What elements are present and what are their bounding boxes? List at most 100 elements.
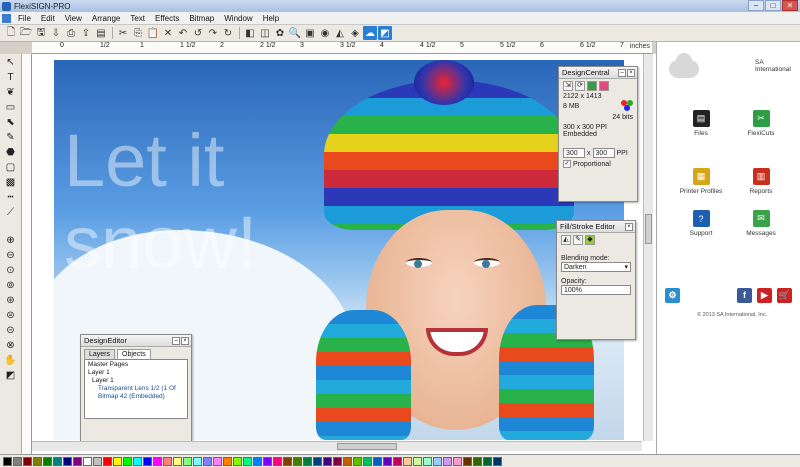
color-swatch[interactable] <box>193 456 202 466</box>
color-swatch[interactable] <box>233 456 242 466</box>
color-swatch[interactable] <box>63 456 72 466</box>
color-swatch[interactable] <box>303 456 312 466</box>
menu-arrange[interactable]: Arrange <box>87 14 125 23</box>
refresh-icon[interactable]: ⟳ <box>575 81 585 91</box>
color-swatch[interactable] <box>173 456 182 466</box>
youtube-icon[interactable]: ▶ <box>757 288 772 303</box>
side-item-printer-profiles[interactable]: ▦ Printer Profiles <box>671 168 731 195</box>
color-swatch[interactable] <box>413 456 422 466</box>
scroll-thumb[interactable] <box>645 214 652 244</box>
color-swatch[interactable] <box>423 456 432 466</box>
import-icon[interactable]: ⇩ <box>49 26 63 40</box>
bucket-tool-icon[interactable]: ▩ <box>3 176 18 190</box>
frame-tool-icon[interactable]: ▢ <box>3 161 18 175</box>
measure-tool-icon[interactable]: ┅ <box>3 191 18 205</box>
color-swatch[interactable] <box>133 456 142 466</box>
design-central-icon[interactable]: ☁ <box>363 26 377 40</box>
color-swatch[interactable] <box>433 456 442 466</box>
color-swatch[interactable] <box>113 456 122 466</box>
facebook-icon[interactable]: f <box>737 288 752 303</box>
document-icon[interactable] <box>2 13 11 23</box>
color-swatch[interactable] <box>373 456 382 466</box>
side-item-reports[interactable]: ▥ Reports <box>731 168 791 195</box>
color-swatch[interactable] <box>103 456 112 466</box>
color-swatch[interactable] <box>3 456 12 466</box>
zoom-icon[interactable]: 🔍 <box>288 26 302 40</box>
plot-icon[interactable]: ▤ <box>94 26 108 40</box>
scroll-thumb[interactable] <box>337 443 397 450</box>
color-swatch[interactable] <box>343 456 352 466</box>
delete-icon[interactable]: ✕ <box>161 26 175 40</box>
color-swatch[interactable] <box>273 456 282 466</box>
color-swatch[interactable] <box>443 456 452 466</box>
color-swap-tool-icon[interactable]: ◩ <box>3 369 18 383</box>
ppi-y-input[interactable]: 300 <box>592 148 615 158</box>
color-palette-icon[interactable]: ▣ <box>303 26 317 40</box>
send-output-icon[interactable]: ⇪ <box>79 26 93 40</box>
fill-bucket-icon[interactable]: ◭ <box>561 235 571 245</box>
menu-help[interactable]: Help <box>258 14 284 23</box>
zoom-selection-tool-icon[interactable]: ⊛ <box>3 294 18 308</box>
color-swatch[interactable] <box>93 456 102 466</box>
color-swatch[interactable] <box>163 456 172 466</box>
cart-icon[interactable]: 🛒 <box>777 288 792 303</box>
color-swatch[interactable] <box>33 456 42 466</box>
zoom-out-tool-icon[interactable]: ⊖ <box>3 249 18 263</box>
color-swatch[interactable] <box>403 456 412 466</box>
menu-edit[interactable]: Edit <box>36 14 60 23</box>
node-edit-tool-icon[interactable]: ⬉ <box>3 116 18 130</box>
text-tool-icon[interactable]: T <box>3 71 18 85</box>
rectangle-tool-icon[interactable]: ▭ <box>3 101 18 115</box>
menu-window[interactable]: Window <box>219 14 257 23</box>
cut-icon[interactable]: ✂ <box>116 26 130 40</box>
color-swatch[interactable] <box>283 456 292 466</box>
zoom-actual-tool-icon[interactable]: ⊗ <box>3 339 18 353</box>
minimize-button[interactable]: – <box>748 0 764 11</box>
tree-item[interactable]: Master Pages <box>88 361 184 369</box>
color-swatch[interactable] <box>363 456 372 466</box>
color-swatch[interactable] <box>323 456 332 466</box>
panel-minimize-icon[interactable]: – <box>172 336 180 345</box>
open-file-icon[interactable]: 🗁 <box>19 26 33 40</box>
color-swatch[interactable] <box>223 456 232 466</box>
color-swatch[interactable] <box>453 456 462 466</box>
color-swatch[interactable] <box>463 456 472 466</box>
zoom-fit-tool-icon[interactable]: ⊙ <box>3 264 18 278</box>
horizontal-scrollbar[interactable] <box>32 441 642 451</box>
new-file-icon[interactable]: 🗋 <box>4 26 18 40</box>
color-swatch[interactable] <box>473 456 482 466</box>
tab-objects[interactable]: Objects <box>117 349 151 359</box>
zoom-in-tool-icon[interactable]: ⊕ <box>3 234 18 248</box>
color-swatch[interactable] <box>183 456 192 466</box>
color-swatch[interactable] <box>213 456 222 466</box>
color-swatch[interactable] <box>393 456 402 466</box>
tab-layers[interactable]: Layers <box>84 349 116 359</box>
transparent-headline-text[interactable]: Let it snow! <box>64 120 354 284</box>
color-swatch[interactable] <box>383 456 392 466</box>
paste-icon[interactable]: 📋 <box>146 26 160 40</box>
print-icon[interactable]: ⎙ <box>64 26 78 40</box>
color-mode-icon[interactable] <box>599 81 609 91</box>
color-swatch[interactable] <box>253 456 262 466</box>
color-icon[interactable]: ✿ <box>273 26 287 40</box>
undo-icon[interactable]: ↶ <box>176 26 190 40</box>
color-swatch[interactable] <box>23 456 32 466</box>
zoom-page-tool-icon[interactable]: ⊚ <box>3 279 18 293</box>
menu-bitmap[interactable]: Bitmap <box>184 14 219 23</box>
shape-tool-icon[interactable]: ❦ <box>3 86 18 100</box>
save-icon[interactable]: 🖫 <box>34 26 48 40</box>
gears-icon[interactable]: ⚙ <box>665 288 680 303</box>
flexi-online-icon[interactable]: ◩ <box>378 26 392 40</box>
pan-hand-tool-icon[interactable]: ✋ <box>3 354 18 368</box>
side-item-messages[interactable]: ✉ Messages <box>731 210 791 237</box>
copy-icon[interactable]: ⎘ <box>131 26 145 40</box>
close-button[interactable]: ✕ <box>782 0 798 11</box>
fill-icon[interactable]: ◭ <box>333 26 347 40</box>
panel-minimize-icon[interactable]: – <box>618 68 626 77</box>
image-icon[interactable] <box>587 81 597 91</box>
side-item-files[interactable]: ▤ Files <box>671 110 731 137</box>
preview-icon[interactable]: ◧ <box>243 26 257 40</box>
ppi-x-input[interactable]: 300 <box>563 148 585 158</box>
pen-tool-icon[interactable]: ✎ <box>3 131 18 145</box>
zoom-previous-tool-icon[interactable]: ⊝ <box>3 324 18 338</box>
